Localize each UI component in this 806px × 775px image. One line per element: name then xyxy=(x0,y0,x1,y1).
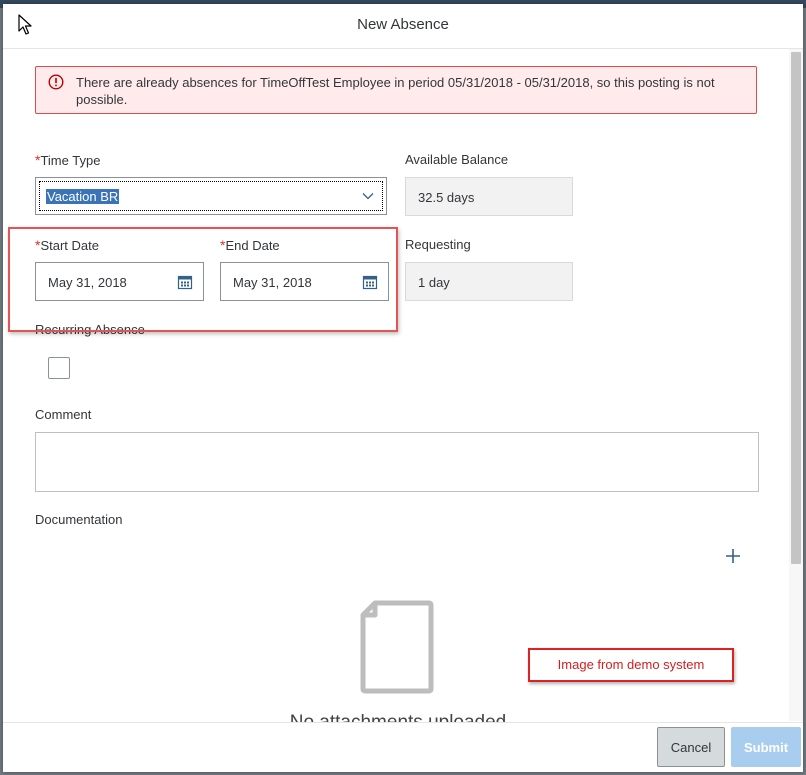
time-type-label: *Time Type xyxy=(35,152,100,168)
requesting-label: Requesting xyxy=(405,237,471,252)
time-type-value: Vacation BR xyxy=(46,189,120,204)
cancel-button[interactable]: Cancel xyxy=(657,727,725,767)
comment-textarea[interactable] xyxy=(35,432,759,492)
chevron-down-icon[interactable] xyxy=(362,192,374,200)
error-message-strip: There are already absences for TimeOffTe… xyxy=(35,66,757,114)
time-type-label-text: Time Type xyxy=(40,153,101,168)
available-balance-label: Available Balance xyxy=(405,152,509,167)
documentation-label: Documentation xyxy=(35,512,123,527)
submit-button[interactable]: Submit xyxy=(731,727,801,767)
dialog-title: New Absence xyxy=(357,16,449,33)
demo-annotation-text: Image from demo system xyxy=(557,657,705,672)
dialog-header: New Absence xyxy=(3,4,803,49)
time-type-select[interactable]: Vacation BR xyxy=(35,177,387,215)
add-icon[interactable] xyxy=(725,548,741,564)
date-highlight-box xyxy=(8,227,398,332)
error-icon xyxy=(48,74,64,90)
available-balance-value: 32.5 days xyxy=(418,190,475,205)
document-icon xyxy=(360,600,434,694)
requesting-value: 1 day xyxy=(418,275,450,290)
scrollbar-thumb[interactable] xyxy=(791,52,801,564)
comment-label: Comment xyxy=(35,407,92,422)
demo-annotation: Image from demo system xyxy=(528,648,734,682)
requesting-field: 1 day xyxy=(405,262,573,301)
dialog-footer: Cancel Submit xyxy=(3,722,803,772)
error-message-text: There are already absences for TimeOffTe… xyxy=(76,75,715,107)
recurring-absence-checkbox[interactable] xyxy=(48,357,70,379)
new-absence-dialog: New Absence There are already absences f… xyxy=(3,4,803,772)
available-balance-field: 32.5 days xyxy=(405,177,573,216)
